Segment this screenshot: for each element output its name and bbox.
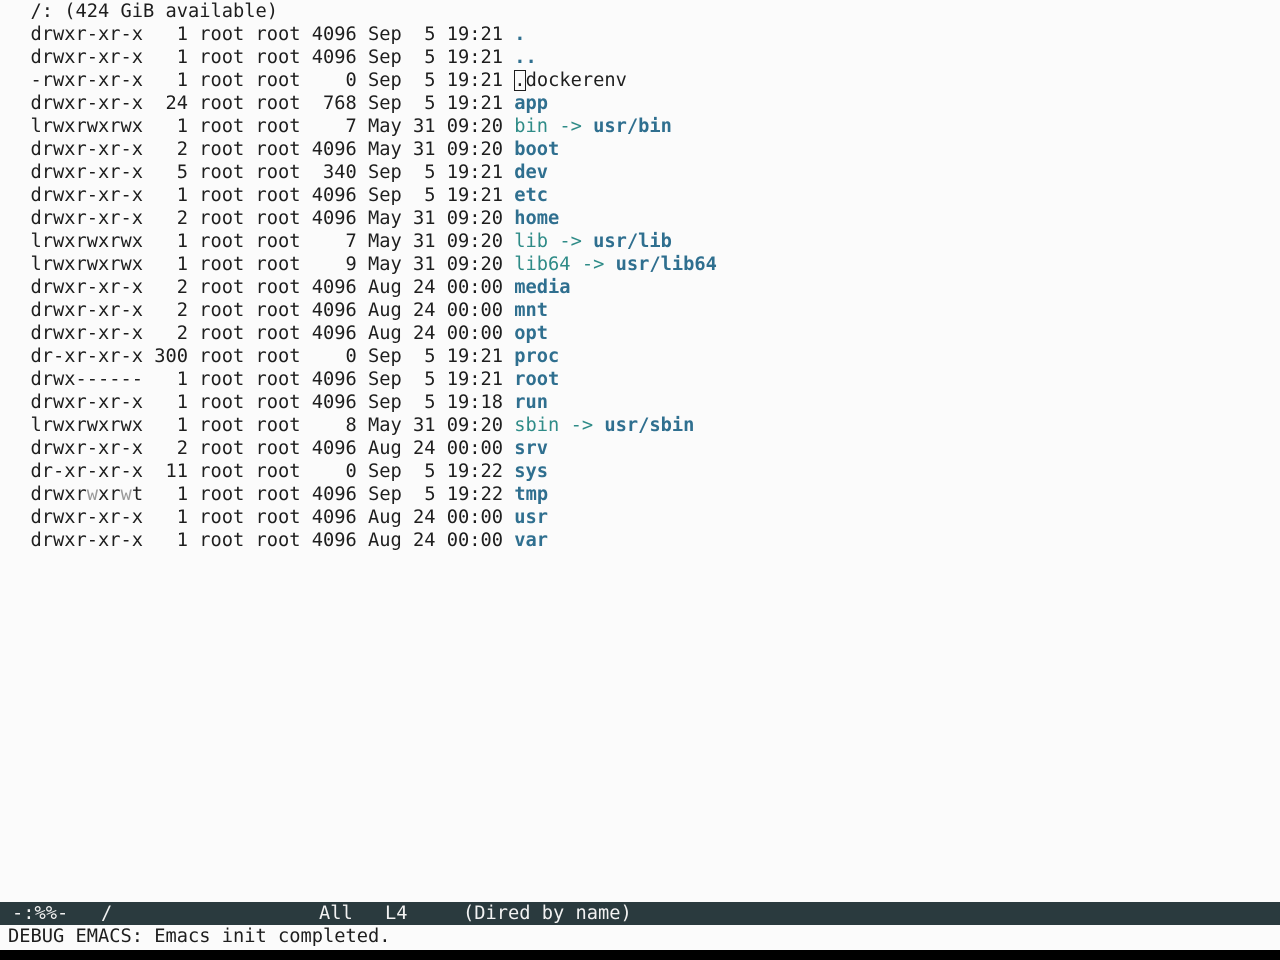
file-attributes: drwxr-xr-x 24 root root 768 Sep 5 19:21 <box>8 93 515 114</box>
directory-name[interactable]: . <box>514 24 525 45</box>
file-attributes: drwx------ 1 root root 4096 Sep 5 19:21 <box>8 369 515 390</box>
directory-name[interactable]: boot <box>514 139 559 160</box>
frame-bottom-border <box>0 950 1280 960</box>
file-attributes: drwxr-xr-x 5 root root 340 Sep 5 19:21 <box>8 162 515 183</box>
symlink-arrow: -> <box>559 415 605 436</box>
file-attributes: lrwxrwxrwx 1 root root 8 May 31 09:20 <box>8 415 515 436</box>
file-row[interactable]: drwxr-xr-x 2 root root 4096 Aug 24 00:00… <box>8 299 1278 322</box>
file-row[interactable]: lrwxrwxrwx 1 root root 8 May 31 09:20 sb… <box>8 414 1278 437</box>
file-row[interactable]: dr-xr-xr-x 11 root root 0 Sep 5 19:22 sy… <box>8 460 1278 483</box>
file-row[interactable]: drwxr-xr-x 1 root root 4096 Sep 5 19:21 … <box>8 184 1278 207</box>
file-row[interactable]: drwxr-xr-x 2 root root 4096 May 31 09:20… <box>8 207 1278 230</box>
modeline-buffer-name: / <box>101 903 113 924</box>
echo-area[interactable]: DEBUG EMACS: Emacs init completed. <box>8 925 391 948</box>
directory-name[interactable]: tmp <box>514 484 548 505</box>
symlink-arrow: -> <box>548 231 594 252</box>
directory-name[interactable]: home <box>514 208 559 229</box>
file-attributes: drwxr-xr-x 2 root root 4096 Aug 24 00:00 <box>8 323 515 344</box>
file-row[interactable]: lrwxrwxrwx 1 root root 9 May 31 09:20 li… <box>8 253 1278 276</box>
file-attributes: drwxr-xr-x 1 root root 4096 Sep 5 19:21 <box>8 47 515 68</box>
file-row[interactable]: drwxr-xr-x 1 root root 4096 Aug 24 00:00… <box>8 529 1278 552</box>
directory-name[interactable]: root <box>514 369 559 390</box>
file-row[interactable]: drwxr-xr-x 2 root root 4096 Aug 24 00:00… <box>8 276 1278 299</box>
file-row[interactable]: drwx------ 1 root root 4096 Sep 5 19:21 … <box>8 368 1278 391</box>
file-attributes: lrwxrwxrwx 1 root root 9 May 31 09:20 <box>8 254 515 275</box>
file-attributes: drwxr-xr-x 2 root root 4096 May 31 09:20 <box>8 139 515 160</box>
symlink-name[interactable]: lib <box>514 231 548 252</box>
symlink-target[interactable]: usr/lib <box>593 231 672 252</box>
symlink-target[interactable]: usr/bin <box>593 116 672 137</box>
file-attributes: lrwxrwxrwx 1 root root 7 May 31 09:20 <box>8 116 515 137</box>
dired-buffer[interactable]: /: (424 GiB available) drwxr-xr-x 1 root… <box>8 0 1278 900</box>
symlink-target[interactable]: usr/sbin <box>604 415 694 436</box>
file-attributes: drwxr-xr-x 2 root root 4096 Aug 24 00:00 <box>8 300 515 321</box>
file-listing: drwxr-xr-x 1 root root 4096 Sep 5 19:21 … <box>8 23 1278 552</box>
file-row[interactable]: lrwxrwxrwx 1 root root 7 May 31 09:20 li… <box>8 230 1278 253</box>
dired-header: /: (424 GiB available) <box>8 1 279 22</box>
file-row[interactable]: lrwxrwxrwx 1 root root 7 May 31 09:20 bi… <box>8 115 1278 138</box>
symlink-target[interactable]: usr/lib64 <box>616 254 717 275</box>
file-row[interactable]: drwxr-xr-x 1 root root 4096 Aug 24 00:00… <box>8 506 1278 529</box>
file-row[interactable]: dr-xr-xr-x 300 root root 0 Sep 5 19:21 p… <box>8 345 1278 368</box>
file-row[interactable]: drwxr-xr-x 2 root root 4096 May 31 09:20… <box>8 138 1278 161</box>
directory-name[interactable]: sys <box>514 461 548 482</box>
modeline-status: -:%%- <box>12 903 69 924</box>
directory-name[interactable]: srv <box>514 438 548 459</box>
file-row[interactable]: drwxr-xr-x 24 root root 768 Sep 5 19:21 … <box>8 92 1278 115</box>
symlink-arrow: -> <box>570 254 616 275</box>
file-attributes: drwxr-xr-x 2 root root 4096 Aug 24 00:00 <box>8 277 515 298</box>
file-attributes: dr-xr-xr-x 11 root root 0 Sep 5 19:22 <box>8 461 515 482</box>
text-cursor: . <box>514 70 526 91</box>
directory-name[interactable]: dev <box>514 162 548 183</box>
symlink-arrow: -> <box>548 116 594 137</box>
file-attributes: -rwxr-xr-x 1 root root 0 Sep 5 19:21 <box>8 70 515 91</box>
file-attributes: drwxrwxrwt 1 root root 4096 Sep 5 19:22 <box>8 484 515 505</box>
directory-name[interactable]: etc <box>514 185 548 206</box>
directory-name[interactable]: opt <box>514 323 548 344</box>
modeline-major-mode: (Dired by name) <box>463 903 632 924</box>
file-name[interactable]: .dockerenv <box>514 70 627 91</box>
file-row[interactable]: drwxr-xr-x 1 root root 4096 Sep 5 19:18 … <box>8 391 1278 414</box>
modeline-position: All <box>319 903 353 924</box>
directory-name[interactable]: usr <box>514 507 548 528</box>
file-attributes: drwxr-xr-x 1 root root 4096 Sep 5 19:18 <box>8 392 515 413</box>
file-row[interactable]: drwxrwxrwt 1 root root 4096 Sep 5 19:22 … <box>8 483 1278 506</box>
file-attributes: drwxr-xr-x 2 root root 4096 May 31 09:20 <box>8 208 515 229</box>
mode-line: -:%%- / All L4 (Dired by name) <box>0 902 1280 925</box>
file-attributes: drwxr-xr-x 1 root root 4096 Aug 24 00:00 <box>8 507 515 528</box>
file-attributes: drwxr-xr-x 2 root root 4096 Aug 24 00:00 <box>8 438 515 459</box>
file-attributes: drwxr-xr-x 1 root root 4096 Aug 24 00:00 <box>8 530 515 551</box>
emacs-frame: /: (424 GiB available) drwxr-xr-x 1 root… <box>0 0 1280 960</box>
file-row[interactable]: -rwxr-xr-x 1 root root 0 Sep 5 19:21 .do… <box>8 69 1278 92</box>
directory-name[interactable]: proc <box>514 346 559 367</box>
symlink-name[interactable]: sbin <box>514 415 559 436</box>
modeline-line-number: L4 <box>385 903 408 924</box>
symlink-name[interactable]: lib64 <box>514 254 570 275</box>
directory-name[interactable]: var <box>514 530 548 551</box>
file-row[interactable]: drwxr-xr-x 2 root root 4096 Aug 24 00:00… <box>8 322 1278 345</box>
directory-name[interactable]: mnt <box>514 300 548 321</box>
file-row[interactable]: drwxr-xr-x 5 root root 340 Sep 5 19:21 d… <box>8 161 1278 184</box>
file-row[interactable]: drwxr-xr-x 2 root root 4096 Aug 24 00:00… <box>8 437 1278 460</box>
directory-name[interactable]: media <box>514 277 570 298</box>
file-attributes: drwxr-xr-x 1 root root 4096 Sep 5 19:21 <box>8 24 515 45</box>
file-attributes: lrwxrwxrwx 1 root root 7 May 31 09:20 <box>8 231 515 252</box>
file-row[interactable]: drwxr-xr-x 1 root root 4096 Sep 5 19:21 … <box>8 46 1278 69</box>
file-attributes: drwxr-xr-x 1 root root 4096 Sep 5 19:21 <box>8 185 515 206</box>
file-attributes: dr-xr-xr-x 300 root root 0 Sep 5 19:21 <box>8 346 515 367</box>
directory-name[interactable]: app <box>514 93 548 114</box>
directory-name[interactable]: run <box>514 392 548 413</box>
directory-name[interactable]: .. <box>514 47 537 68</box>
file-row[interactable]: drwxr-xr-x 1 root root 4096 Sep 5 19:21 … <box>8 23 1278 46</box>
symlink-name[interactable]: bin <box>514 116 548 137</box>
